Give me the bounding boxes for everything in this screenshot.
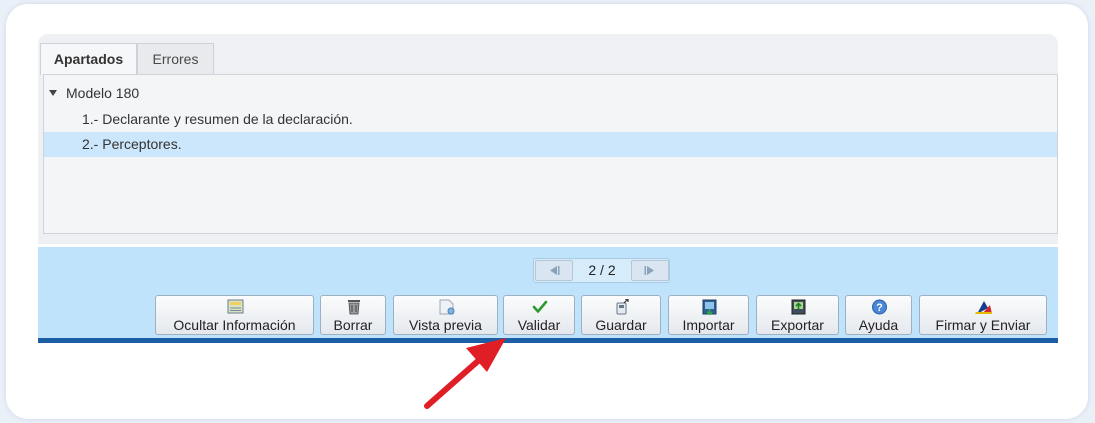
help-icon: ?: [872, 299, 887, 315]
page-separator: /: [600, 262, 604, 278]
validar-label: Validar: [517, 317, 561, 333]
tree-root-label: Modelo 180: [66, 85, 140, 101]
tab-apartados[interactable]: Apartados: [40, 43, 137, 75]
ocultar-label: Ocultar Información: [173, 317, 296, 333]
importar-label: Importar: [682, 317, 735, 333]
page-indicator: 2 / 2: [578, 259, 626, 282]
exportar-label: Exportar: [771, 317, 824, 333]
export-icon: [791, 299, 806, 315]
tree-item-label: 2.- Perceptores.: [82, 136, 182, 152]
pager: 2 / 2: [533, 258, 670, 283]
next-arrow-icon: [644, 266, 654, 275]
importar-button[interactable]: Importar: [668, 295, 749, 335]
borrar-label: Borrar: [333, 317, 373, 333]
document-preview-icon: [439, 299, 455, 315]
guardar-label: Guardar: [595, 317, 647, 333]
next-page-button[interactable]: [631, 260, 669, 281]
sections-tree: Modelo 180 1.- Declarante y resumen de l…: [43, 74, 1058, 234]
ayuda-button[interactable]: ? Ayuda: [845, 295, 912, 335]
firmar-enviar-button[interactable]: Firmar y Enviar: [919, 295, 1047, 335]
borrar-button[interactable]: Borrar: [320, 295, 386, 335]
ocultar-informacion-button[interactable]: Ocultar Información: [155, 295, 314, 335]
prev-page-button[interactable]: [535, 260, 573, 281]
total-pages: 2: [607, 262, 616, 278]
toolbar-divider: [38, 338, 1058, 343]
import-icon: [702, 299, 717, 315]
checkmark-icon: [532, 300, 548, 313]
current-page: 2: [588, 262, 597, 278]
vista-previa-button[interactable]: Vista previa: [393, 295, 498, 335]
tree-item-label: 1.- Declarante y resumen de la declaraci…: [82, 111, 353, 127]
agency-logo-icon: [975, 301, 992, 314]
tree-root-modelo-180[interactable]: Modelo 180: [44, 81, 1057, 106]
ayuda-label: Ayuda: [858, 317, 899, 333]
expand-caret-icon[interactable]: [49, 90, 57, 96]
tab-errores[interactable]: Errores: [137, 43, 214, 74]
vista-previa-label: Vista previa: [409, 317, 482, 333]
prev-arrow-icon: [550, 266, 560, 275]
tree-item-perceptores[interactable]: 2.- Perceptores.: [44, 132, 1057, 157]
info-panel-icon: [227, 299, 244, 314]
firmar-label: Firmar y Enviar: [935, 317, 1031, 333]
trash-icon: [348, 300, 360, 315]
tree-item-declarante[interactable]: 1.- Declarante y resumen de la declaraci…: [44, 107, 1057, 132]
svg-text:?: ?: [876, 302, 883, 314]
save-icon: [616, 299, 629, 315]
exportar-button[interactable]: Exportar: [756, 295, 839, 335]
guardar-button[interactable]: Guardar: [581, 295, 661, 335]
validar-button[interactable]: Validar: [503, 295, 575, 335]
